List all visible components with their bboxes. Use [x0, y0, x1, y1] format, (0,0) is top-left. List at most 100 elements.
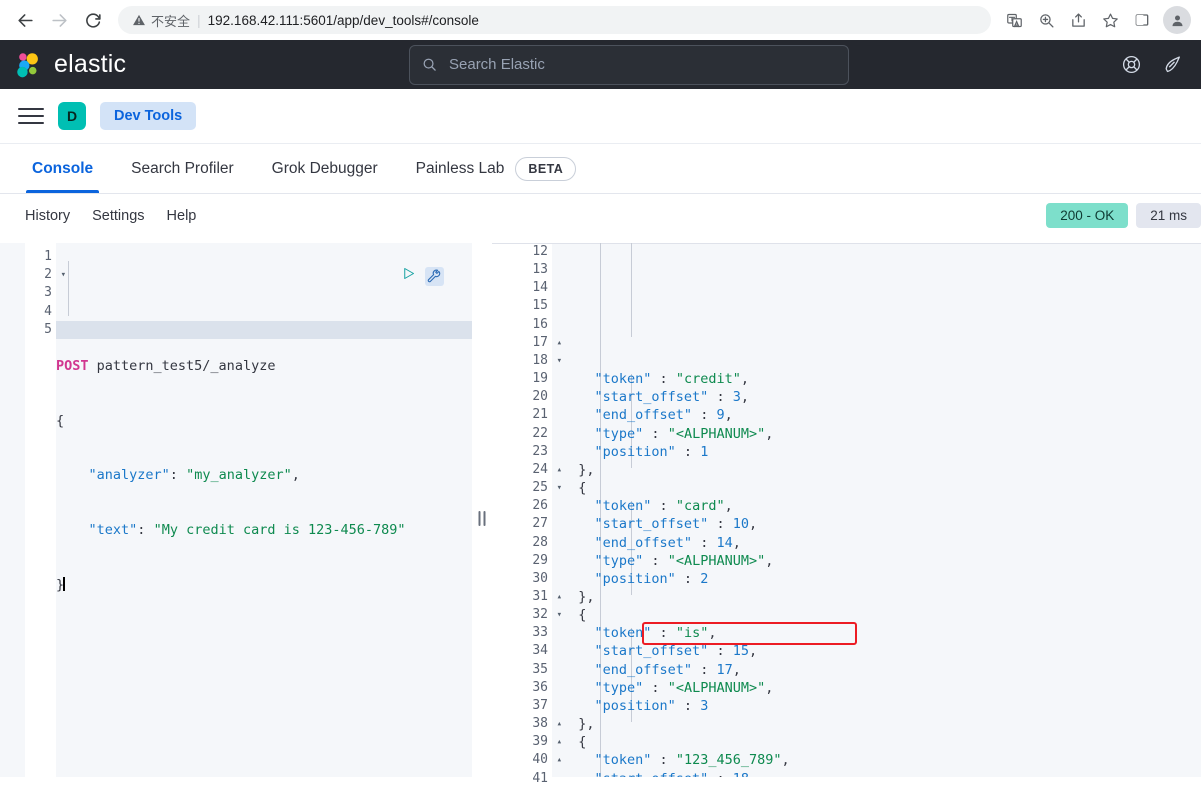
response-line: "type" : "<ALPHANUM>",: [562, 425, 1201, 443]
line-number: 23: [492, 443, 552, 461]
json-key: "end_offset": [595, 535, 693, 551]
json-key: "position": [595, 571, 676, 587]
response-status-area: 200 - OK 21 ms: [1046, 203, 1201, 228]
json-value: 15: [733, 643, 749, 659]
line-number: 38▴: [492, 715, 552, 733]
response-time-badge: 21 ms: [1136, 203, 1201, 228]
tab-console[interactable]: Console: [13, 145, 112, 193]
history-button[interactable]: History: [14, 204, 81, 228]
header-right-icons: [1121, 54, 1187, 75]
response-code-area[interactable]: "token" : "credit", "start_offset" : 3, …: [552, 243, 1201, 777]
response-line: "type" : "<ALPHANUM>",: [562, 552, 1201, 570]
play-run-request-icon[interactable]: [320, 248, 416, 305]
tab-search-profiler[interactable]: Search Profiler: [112, 145, 253, 193]
response-line: "position" : 2: [562, 570, 1201, 588]
line-number: 27: [492, 515, 552, 533]
json-value: 1: [700, 444, 708, 460]
indent-guide: [631, 243, 632, 337]
response-line: {: [562, 733, 1201, 751]
json-value: 10: [733, 516, 749, 532]
line-number: 17▴: [492, 334, 552, 352]
reload-button[interactable]: [78, 5, 108, 35]
line-number: 26: [492, 497, 552, 515]
translate-icon[interactable]: [999, 5, 1029, 35]
tab-label: Console: [32, 160, 93, 178]
json-value: "<ALPHANUM>": [668, 426, 766, 442]
response-line: "start_offset" : 3,: [562, 388, 1201, 406]
profile-avatar-icon[interactable]: [1163, 6, 1191, 34]
help-button[interactable]: Help: [156, 204, 208, 228]
line-number: 20: [492, 388, 552, 406]
json-value: "credit": [676, 371, 741, 387]
json-key: "end_offset": [595, 407, 693, 423]
elastic-logo-area[interactable]: elastic: [14, 50, 126, 80]
request-code-area[interactable]: POST pattern_test5/_analyze { "analyzer"…: [56, 243, 472, 777]
tab-painless-lab[interactable]: Painless Lab BETA: [397, 145, 595, 193]
json-value: 2: [700, 571, 708, 587]
search-input[interactable]: Search Elastic: [409, 45, 849, 85]
app-initial-badge: D: [58, 102, 86, 130]
line-number: 28: [492, 534, 552, 552]
request-path: pattern_test5/_analyze: [89, 358, 276, 374]
response-line: "position" : 3: [562, 697, 1201, 715]
response-line: },: [562, 461, 1201, 479]
sidebar-panel-icon[interactable]: [1127, 5, 1157, 35]
reload-icon: [84, 11, 103, 30]
zoom-icon[interactable]: [1031, 5, 1061, 35]
security-warning[interactable]: 不安全: [132, 11, 190, 30]
share-icon[interactable]: [1063, 5, 1093, 35]
json-value: 3: [733, 389, 741, 405]
lifebuoy-help-icon[interactable]: [1121, 54, 1142, 75]
json-key: "start_offset": [595, 771, 709, 777]
line-number: 4: [25, 303, 56, 321]
response-line: "start_offset" : 18,: [562, 770, 1201, 777]
wrench-settings-icon[interactable]: [425, 267, 444, 286]
line-number: 13: [492, 261, 552, 279]
pane-divider[interactable]: [472, 243, 492, 777]
forward-button[interactable]: [44, 5, 74, 35]
line-number: 14: [492, 279, 552, 297]
json-brace: },: [578, 589, 594, 605]
json-key: "start_offset": [595, 643, 709, 659]
back-arrow-icon: [16, 11, 35, 30]
pane-resize-handle[interactable]: [479, 511, 486, 526]
bookmark-star-icon[interactable]: [1095, 5, 1125, 35]
beta-badge: BETA: [515, 157, 576, 181]
search-placeholder: Search Elastic: [449, 56, 545, 73]
line-number: 29: [492, 552, 552, 570]
json-key: "token": [595, 371, 652, 387]
app-nav-row: D Dev Tools: [0, 89, 1201, 144]
line-number: 5▴: [25, 321, 56, 339]
json-value: "<ALPHANUM>": [668, 680, 766, 696]
back-button[interactable]: [10, 5, 40, 35]
response-line: "token" : "is",: [562, 624, 1201, 642]
request-action-icons: [320, 248, 444, 305]
http-method: POST: [56, 358, 89, 374]
json-brace: {: [578, 607, 586, 623]
request-line-2: {: [56, 412, 472, 430]
tab-grok-debugger[interactable]: Grok Debugger: [253, 145, 397, 193]
security-label: 不安全: [151, 11, 190, 30]
response-line: "token" : "card",: [562, 497, 1201, 515]
search-icon: [422, 57, 437, 72]
json-key: "type": [595, 680, 644, 696]
deployment-icon[interactable]: [1164, 54, 1185, 75]
json-key: "type": [595, 553, 644, 569]
response-editor-pane[interactable]: 121314151617▴18▾192021222324▴25▾26272829…: [492, 243, 1201, 777]
hamburger-menu-icon[interactable]: [18, 106, 44, 126]
request-editor-pane[interactable]: 12▾345▴ POST pattern_test5/_analyze { "a…: [0, 243, 472, 777]
editor-left-strip: [0, 243, 25, 777]
settings-button[interactable]: Settings: [81, 204, 155, 228]
json-value: "123_456_789": [676, 752, 782, 768]
json-value: "is": [676, 625, 709, 641]
url-text: 192.168.42.111:5601/app/dev_tools#/conso…: [208, 13, 479, 28]
breadcrumb[interactable]: Dev Tools: [100, 102, 196, 130]
warning-triangle-icon: [132, 13, 146, 27]
tab-label: Painless Lab: [416, 160, 505, 178]
response-line: "type" : "<ALPHANUM>",: [562, 679, 1201, 697]
line-number: 2▾: [25, 266, 56, 284]
json-key: "token": [595, 498, 652, 514]
request-line-numbers: 12▾345▴: [25, 243, 56, 777]
address-bar[interactable]: 不安全 | 192.168.42.111:5601/app/dev_tools#…: [118, 6, 991, 34]
json-brace: },: [578, 716, 594, 732]
